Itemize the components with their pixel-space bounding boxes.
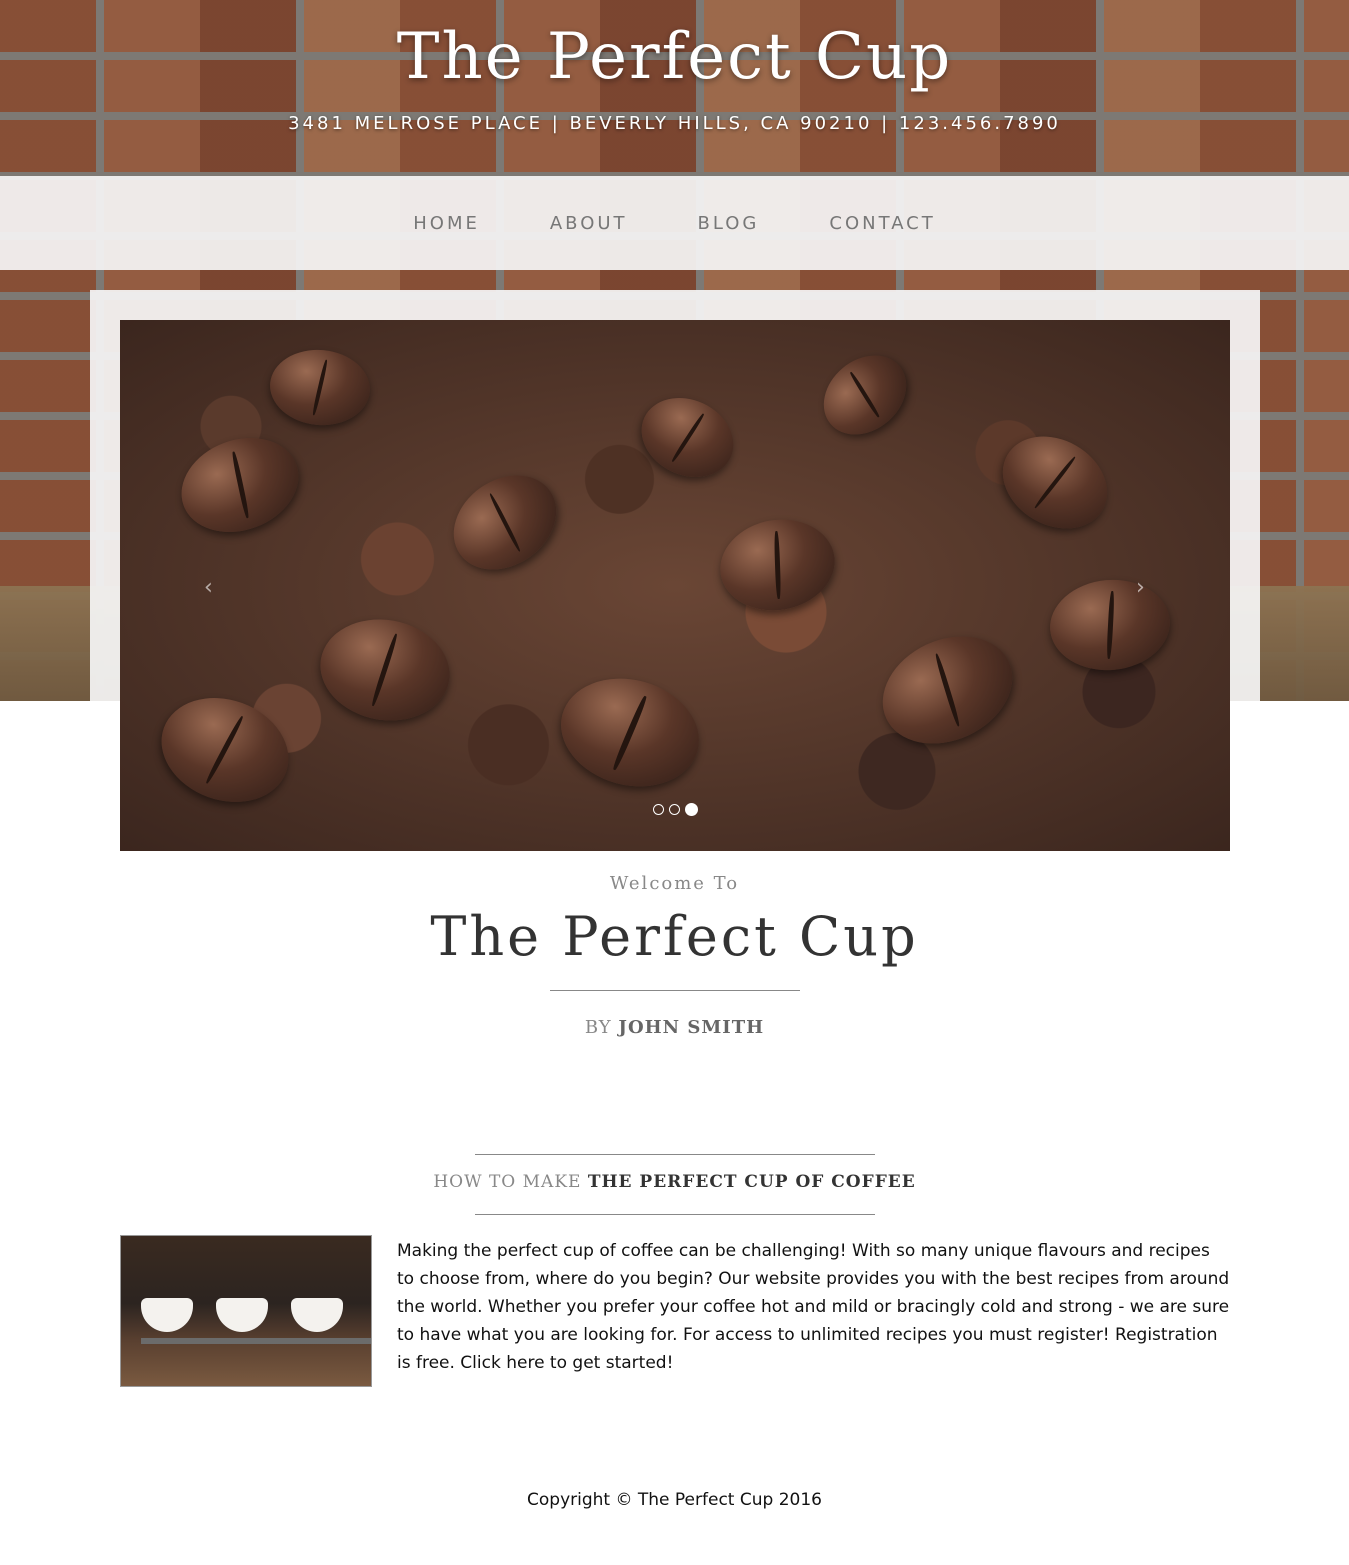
byline: BY JOHN SMITH xyxy=(0,1017,1349,1038)
coffee-bean-image xyxy=(312,609,458,731)
coffee-cup-icon xyxy=(216,1298,268,1332)
carousel-indicator-3[interactable] xyxy=(685,803,698,816)
site-title[interactable]: The Perfect Cup xyxy=(0,20,1349,94)
carousel-indicator-1[interactable] xyxy=(653,804,664,815)
pour-over-stand xyxy=(141,1338,371,1344)
coffee-bean-image xyxy=(986,418,1124,547)
title-divider xyxy=(550,990,800,991)
coffee-bean-image xyxy=(865,616,1030,764)
slider-prev-arrow[interactable]: ‹ xyxy=(204,575,213,600)
nav-item-about[interactable]: ABOUT xyxy=(515,213,663,234)
section-heading-strong: THE PERFECT CUP OF COFFEE xyxy=(587,1172,916,1192)
carousel-indicators xyxy=(653,803,698,816)
footer-copyright: Copyright © The Perfect Cup 2016 xyxy=(527,1490,822,1510)
coffee-bean-image xyxy=(266,345,374,430)
page-title: The Perfect Cup xyxy=(430,905,919,968)
coffee-bean-image xyxy=(548,663,712,802)
coffee-bean-image xyxy=(713,510,842,620)
coffee-bean-image xyxy=(435,456,575,589)
welcome-text: Welcome To xyxy=(609,873,740,894)
main-navbar: HOME ABOUT BLOG CONTACT xyxy=(0,176,1349,270)
address-bar: 3481 MELROSE PLACE | BEVERLY HILLS, CA 9… xyxy=(288,113,1061,134)
coffee-bean-image xyxy=(1046,574,1174,676)
nav-item-home[interactable]: HOME xyxy=(378,213,515,234)
section-heading-light: HOW TO MAKE xyxy=(433,1172,582,1192)
coffee-bean-image xyxy=(628,383,747,492)
author-name: JOHN SMITH xyxy=(618,1017,765,1038)
nav-item-contact[interactable]: CONTACT xyxy=(794,213,970,234)
coffee-bean-image xyxy=(808,339,922,451)
intro-paragraph: Making the perfect cup of coffee can be … xyxy=(397,1241,1230,1373)
coffee-cup-icon xyxy=(141,1298,193,1332)
byline-prefix: BY xyxy=(584,1017,612,1038)
section-heading: HOW TO MAKE THE PERFECT CUP OF COFFEE xyxy=(0,1172,1349,1192)
coffee-cup-icon xyxy=(291,1298,343,1332)
carousel-indicator-2[interactable] xyxy=(669,804,680,815)
nav-item-blog[interactable]: BLOG xyxy=(663,213,795,234)
slider-next-arrow[interactable]: › xyxy=(1136,575,1145,600)
section-divider-bottom xyxy=(475,1214,875,1215)
coffee-bean-image xyxy=(168,422,312,548)
image-carousel[interactable] xyxy=(120,320,1230,851)
section-divider-top xyxy=(475,1154,875,1155)
coffee-bean-image xyxy=(146,680,304,820)
coffee-cups-image xyxy=(120,1235,372,1387)
